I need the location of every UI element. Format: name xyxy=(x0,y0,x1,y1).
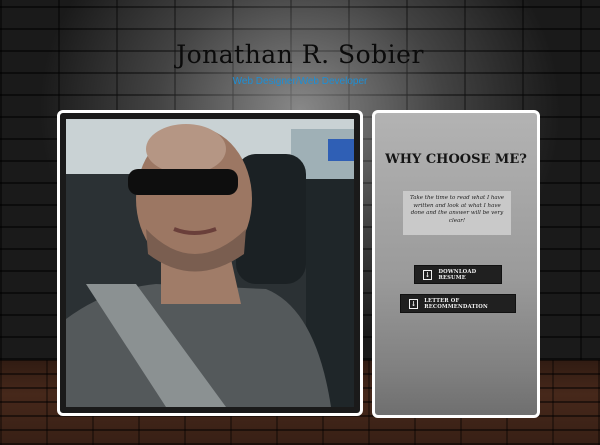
why-choose-me-card: WHY CHOOSE ME? Take the time to read wha… xyxy=(372,110,540,418)
profile-photo-image xyxy=(66,119,354,407)
profile-photo xyxy=(66,119,354,407)
letter-of-recommendation-button[interactable]: ↓ Letter of Recommendation xyxy=(400,294,516,313)
why-choose-me-blurb: Take the time to read what I have writte… xyxy=(403,191,511,235)
photo-card xyxy=(57,110,363,416)
site-title: Jonathan R. Sobier xyxy=(176,40,424,69)
site-subtitle: Web Designer/Web Developer xyxy=(232,76,368,87)
download-resume-label: Download Resume xyxy=(438,268,477,281)
download-icon: ↓ xyxy=(409,298,419,309)
letter-of-recommendation-label: Letter of Recommendation xyxy=(424,297,488,310)
download-resume-button[interactable]: ↓ Download Resume xyxy=(414,265,502,284)
download-icon: ↓ xyxy=(423,269,433,280)
why-choose-me-heading: WHY CHOOSE ME? xyxy=(385,152,527,167)
